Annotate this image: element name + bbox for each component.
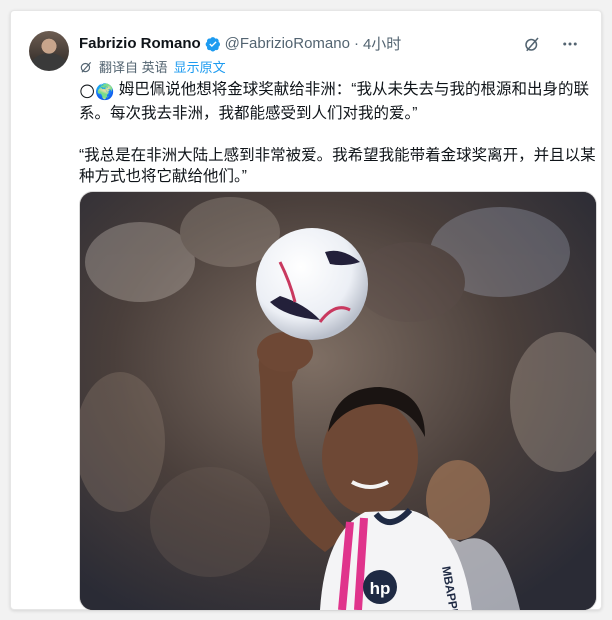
tweet-photo[interactable]: hp MBAPPÉ (79, 191, 597, 611)
author-name[interactable]: Fabrizio Romano (79, 35, 201, 52)
author-handle[interactable]: @FabrizioRomano (225, 35, 350, 52)
moon-emoji: 🌕 (79, 84, 96, 101)
globe-emoji: 🌍 (95, 84, 115, 101)
author-avatar[interactable] (29, 31, 69, 71)
header-actions (521, 33, 581, 55)
tweet-header: Fabrizio Romano @FabrizioRomano · 4小时 (79, 33, 401, 54)
translate-icon (80, 61, 92, 73)
timestamp[interactable]: 4小时 (363, 33, 401, 54)
tweet-text: 🌕🌍 姆巴佩说他想将金球奖献给非洲：“我从未失去与我的根源和出身的联系。每次我去… (79, 79, 604, 187)
grok-icon[interactable] (521, 33, 543, 55)
show-original-link[interactable]: 显示原文 (174, 57, 226, 76)
separator-dot: · (353, 35, 359, 52)
more-icon[interactable] (559, 33, 581, 55)
verified-badge-icon (205, 36, 220, 51)
translation-label: 翻译自 英语 (99, 60, 168, 75)
tweet-text-line-1: 姆巴佩说他想将金球奖献给非洲：“我从未失去与我的根源和出身的联系。每次我去非洲，… (79, 81, 589, 122)
tweet-card[interactable]: Fabrizio Romano @FabrizioRomano · 4小时 翻译… (10, 10, 604, 611)
tweet-text-paragraph-2: “我总是在非洲大陆上感到非常被爱。我希望我能带着金球奖离开，并且以某种方式也将它… (79, 147, 596, 185)
jersey-sponsor-logo: hp (370, 579, 391, 598)
translation-row: 翻译自 英语 显示原文 (79, 57, 226, 76)
photo-illustration: hp MBAPPÉ (80, 192, 596, 610)
